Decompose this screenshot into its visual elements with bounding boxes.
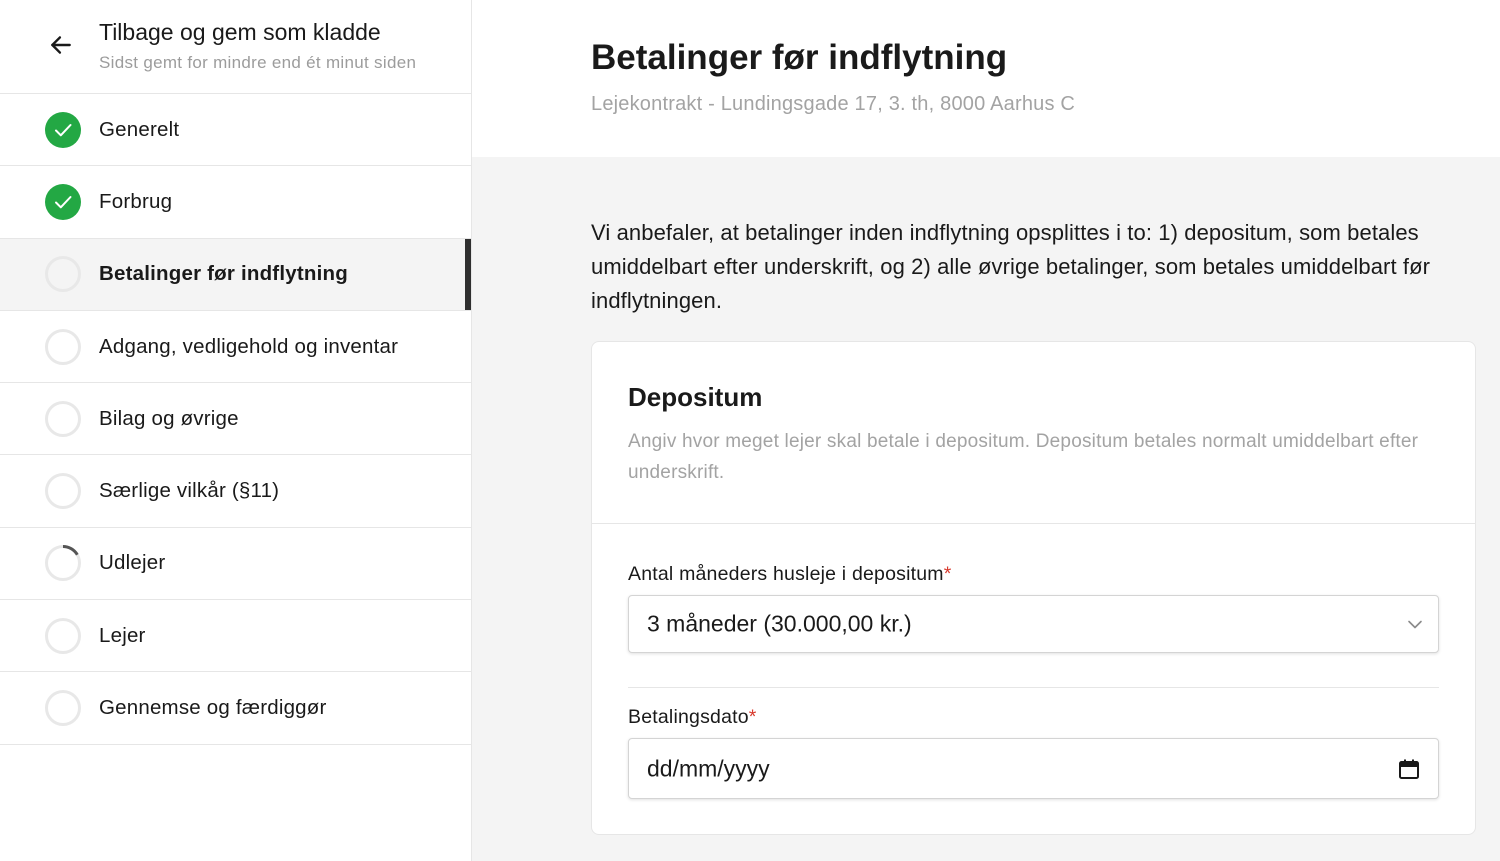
empty-circle-icon — [45, 617, 81, 654]
nav-item-label: Forbrug — [99, 189, 173, 213]
nav-item-label: Særlige vilkår (§11) — [99, 479, 280, 503]
nav-item-forbrug[interactable]: Forbrug — [0, 166, 471, 239]
nav-item-lejer[interactable]: Lejer — [0, 600, 471, 673]
empty-circle-icon — [45, 400, 81, 437]
nav-item-label: Gennemse og færdiggør — [99, 696, 327, 720]
chevron-down-icon — [1408, 620, 1422, 629]
select-value: 3 måneder (30.000,00 kr.) — [647, 610, 912, 637]
date-label-text: Betalingsdato — [628, 706, 749, 728]
deposit-months-select[interactable]: 3 måneder (30.000,00 kr.) — [628, 595, 1439, 653]
check-circle-icon — [45, 183, 81, 220]
nav-item-saerlige-vilkaar[interactable]: Særlige vilkår (§11) — [0, 455, 471, 528]
empty-circle-icon — [45, 690, 81, 727]
nav-item-label: Betalinger før indflytning — [99, 262, 348, 286]
required-marker: * — [748, 706, 757, 728]
nav-item-label: Lejer — [99, 623, 146, 647]
intro-text: Vi anbefaler, at betalinger inden indfly… — [591, 220, 1431, 313]
nav-item-adgang[interactable]: Adgang, vedligehold og inventar — [0, 311, 471, 384]
nav-item-label: Adgang, vedligehold og inventar — [99, 334, 399, 358]
nav-item-label: Bilag og øvrige — [99, 406, 239, 430]
nav-item-label: Generelt — [99, 117, 180, 141]
nav-item-bilag[interactable]: Bilag og øvrige — [0, 383, 471, 456]
save-draft-title[interactable]: Tilbage og gem som kladde — [99, 19, 381, 46]
contract-address: Lejekontrakt - Lundingsgade 17, 3. th, 8… — [591, 93, 1076, 115]
nav-item-udlejer[interactable]: Udlejer — [0, 528, 471, 601]
sidebar-header: Tilbage og gem som kladde Sidst gemt for… — [0, 0, 471, 94]
payment-date-input[interactable]: dd/mm/yyyy — [628, 738, 1439, 799]
step-navigation: Generelt Forbrug Betalinger før indflytn… — [0, 94, 471, 745]
arrow-left-icon — [51, 36, 71, 54]
required-marker: * — [943, 563, 952, 585]
date-field-label: Betalingsdato* — [628, 706, 757, 729]
depositum-card: Depositum Angiv hvor meget lejer skal be… — [591, 341, 1476, 835]
empty-circle-icon — [45, 473, 81, 510]
sidebar: Tilbage og gem som kladde Sidst gemt for… — [0, 0, 472, 861]
months-field-label: Antal måneders husleje i depositum* — [628, 563, 952, 586]
last-saved-text: Sidst gemt for mindre end ét minut siden — [99, 53, 417, 72]
partial-progress-circle-icon — [45, 545, 81, 582]
check-circle-icon — [45, 111, 81, 148]
months-label-text: Antal måneders husleje i depositum — [628, 563, 944, 585]
back-button[interactable] — [44, 28, 78, 62]
nav-item-gennemse[interactable]: Gennemse og færdiggør — [0, 672, 471, 745]
date-placeholder: dd/mm/yyyy — [647, 755, 770, 781]
empty-circle-icon — [45, 256, 81, 293]
empty-circle-icon — [45, 328, 81, 365]
main-header: Betalinger før indflytning Lejekontrakt … — [472, 0, 1500, 157]
nav-item-generelt[interactable]: Generelt — [0, 94, 471, 167]
card-title: Depositum — [628, 382, 763, 412]
page-title: Betalinger før indflytning — [591, 38, 1008, 77]
calendar-icon[interactable] — [1398, 758, 1420, 780]
field-divider — [628, 687, 1439, 688]
card-header: Depositum Angiv hvor meget lejer skal be… — [592, 342, 1475, 524]
nav-item-betalinger[interactable]: Betalinger før indflytning — [0, 238, 471, 311]
card-description: Angiv hvor meget lejer skal betale i dep… — [628, 431, 1419, 483]
nav-item-label: Udlejer — [99, 551, 166, 575]
